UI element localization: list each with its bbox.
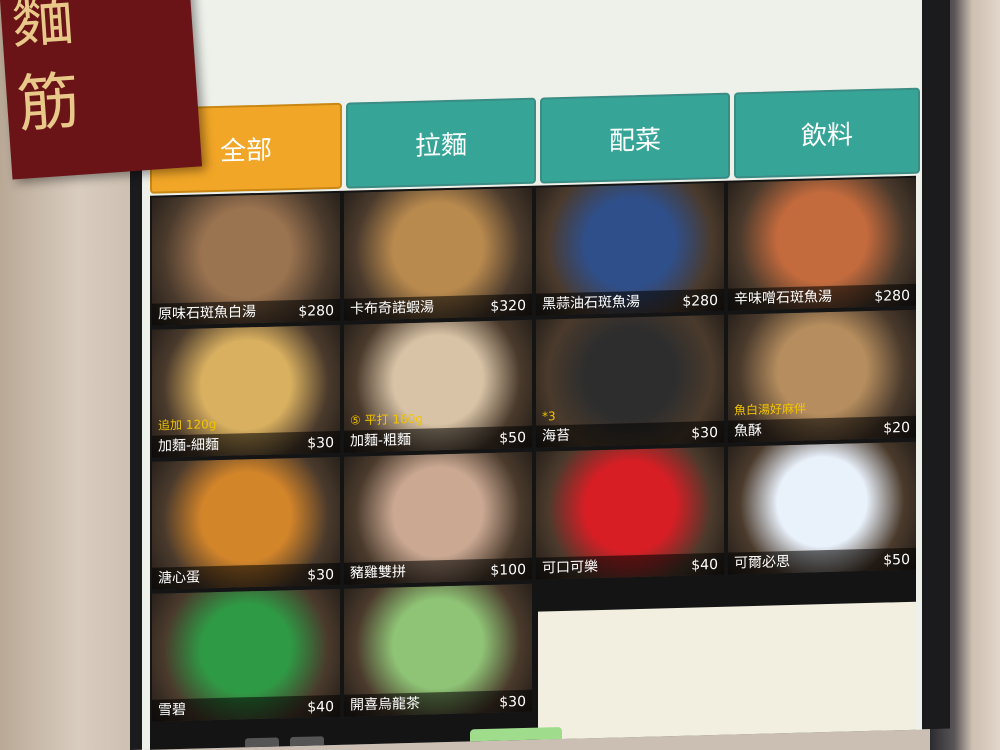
menu-grid: 原味石斑魚白湯 $280 卡布奇諾蝦湯 $320 黑蒜油石斑魚湯 $280 辛味噌石斑魚湯 $… <box>150 175 916 750</box>
menu-item-price: $50 <box>883 551 910 569</box>
menu-item-price: $280 <box>298 302 334 320</box>
menu-item[interactable]: 雪碧 $40 <box>152 588 340 722</box>
empty-grid-area <box>538 601 916 746</box>
menu-item-note: ⑤ 平打 160g <box>350 411 423 428</box>
menu-item-name: 開喜烏龍茶 <box>350 695 420 714</box>
menu-item-price: $30 <box>307 434 334 452</box>
menu-item-price: $50 <box>499 429 526 447</box>
tab-sides[interactable]: 配菜 <box>540 92 730 184</box>
menu-item-price: $30 <box>691 424 718 442</box>
menu-item[interactable]: 黑蒜油石斑魚湯 $280 <box>536 182 724 316</box>
menu-item-price: $30 <box>499 693 526 711</box>
menu-item-price: $30 <box>307 566 334 584</box>
menu-item[interactable]: 豬雞雙拼 $100 <box>344 451 532 585</box>
page-prev-button[interactable] <box>245 737 279 750</box>
menu-item[interactable]: 卡布奇諾蝦湯 $320 <box>344 187 532 321</box>
checkout-button[interactable] <box>470 727 562 750</box>
menu-item-price: $100 <box>490 561 526 579</box>
menu-item-name: 溏心蛋 <box>158 569 200 587</box>
menu-item-price: $280 <box>874 287 910 305</box>
menu-item-name: 加麵-細麵 <box>158 436 220 455</box>
page-next-button[interactable] <box>290 736 324 750</box>
menu-item-note: *3 <box>542 409 556 424</box>
menu-item-name: 可爾必思 <box>734 554 790 572</box>
menu-item-note: 魚白湯好麻伴 <box>734 401 807 418</box>
menu-item[interactable]: 可爾必思 $50 <box>728 441 916 575</box>
menu-item-price: $40 <box>307 698 334 716</box>
menu-item[interactable]: 溏心蛋 $30 <box>152 456 340 590</box>
menu-item-name: 黑蒜油石斑魚湯 <box>542 293 640 313</box>
menu-item[interactable]: ⑤ 平打 160g 加麵-粗麵 $50 <box>344 319 532 453</box>
menu-item-name: 雪碧 <box>158 701 186 719</box>
banner-text: 麵筋 <box>8 0 88 141</box>
menu-item-name: 魚酥 <box>734 422 762 440</box>
menu-item-price: $280 <box>682 292 718 310</box>
menu-item-note: 追加 120g <box>158 417 217 433</box>
tab-drinks[interactable]: 飲料 <box>734 87 920 179</box>
menu-item[interactable]: 開喜烏龍茶 $30 <box>344 583 532 717</box>
menu-item-price: $20 <box>883 419 910 437</box>
category-tabs: 全部 拉麵 配菜 飲料 <box>150 87 920 194</box>
menu-item-name: 辛味噌石斑魚湯 <box>734 288 832 308</box>
menu-item-name: 可口可樂 <box>542 559 598 577</box>
menu-item[interactable]: 辛味噌石斑魚湯 $280 <box>728 177 916 311</box>
menu-item[interactable]: 追加 120g 加麵-細麵 $30 <box>152 324 340 458</box>
menu-item[interactable]: 原味石斑魚白湯 $280 <box>152 192 340 326</box>
menu-item-price: $40 <box>691 556 718 574</box>
menu-item-name: 海苔 <box>542 427 570 445</box>
menu-item-name: 原味石斑魚白湯 <box>158 304 256 323</box>
kiosk-screen: 全部 拉麵 配菜 飲料 原味石斑魚白湯 $280 卡布奇諾蝦湯 $320 黑蒜油石斑魚湯… <box>142 0 922 750</box>
menu-item[interactable]: 可口可樂 $40 <box>536 446 724 580</box>
menu-item[interactable]: *3 海苔 $30 <box>536 314 724 448</box>
menu-item-price: $320 <box>490 297 526 315</box>
menu-item-name: 加麵-粗麵 <box>350 431 412 450</box>
menu-item[interactable]: 魚白湯好麻伴 魚酥 $20 <box>728 309 916 443</box>
menu-item-name: 卡布奇諾蝦湯 <box>350 299 434 318</box>
tab-ramen[interactable]: 拉麵 <box>346 97 536 189</box>
menu-item-name: 豬雞雙拼 <box>350 564 406 582</box>
store-banner: 麵筋 <box>0 0 203 180</box>
